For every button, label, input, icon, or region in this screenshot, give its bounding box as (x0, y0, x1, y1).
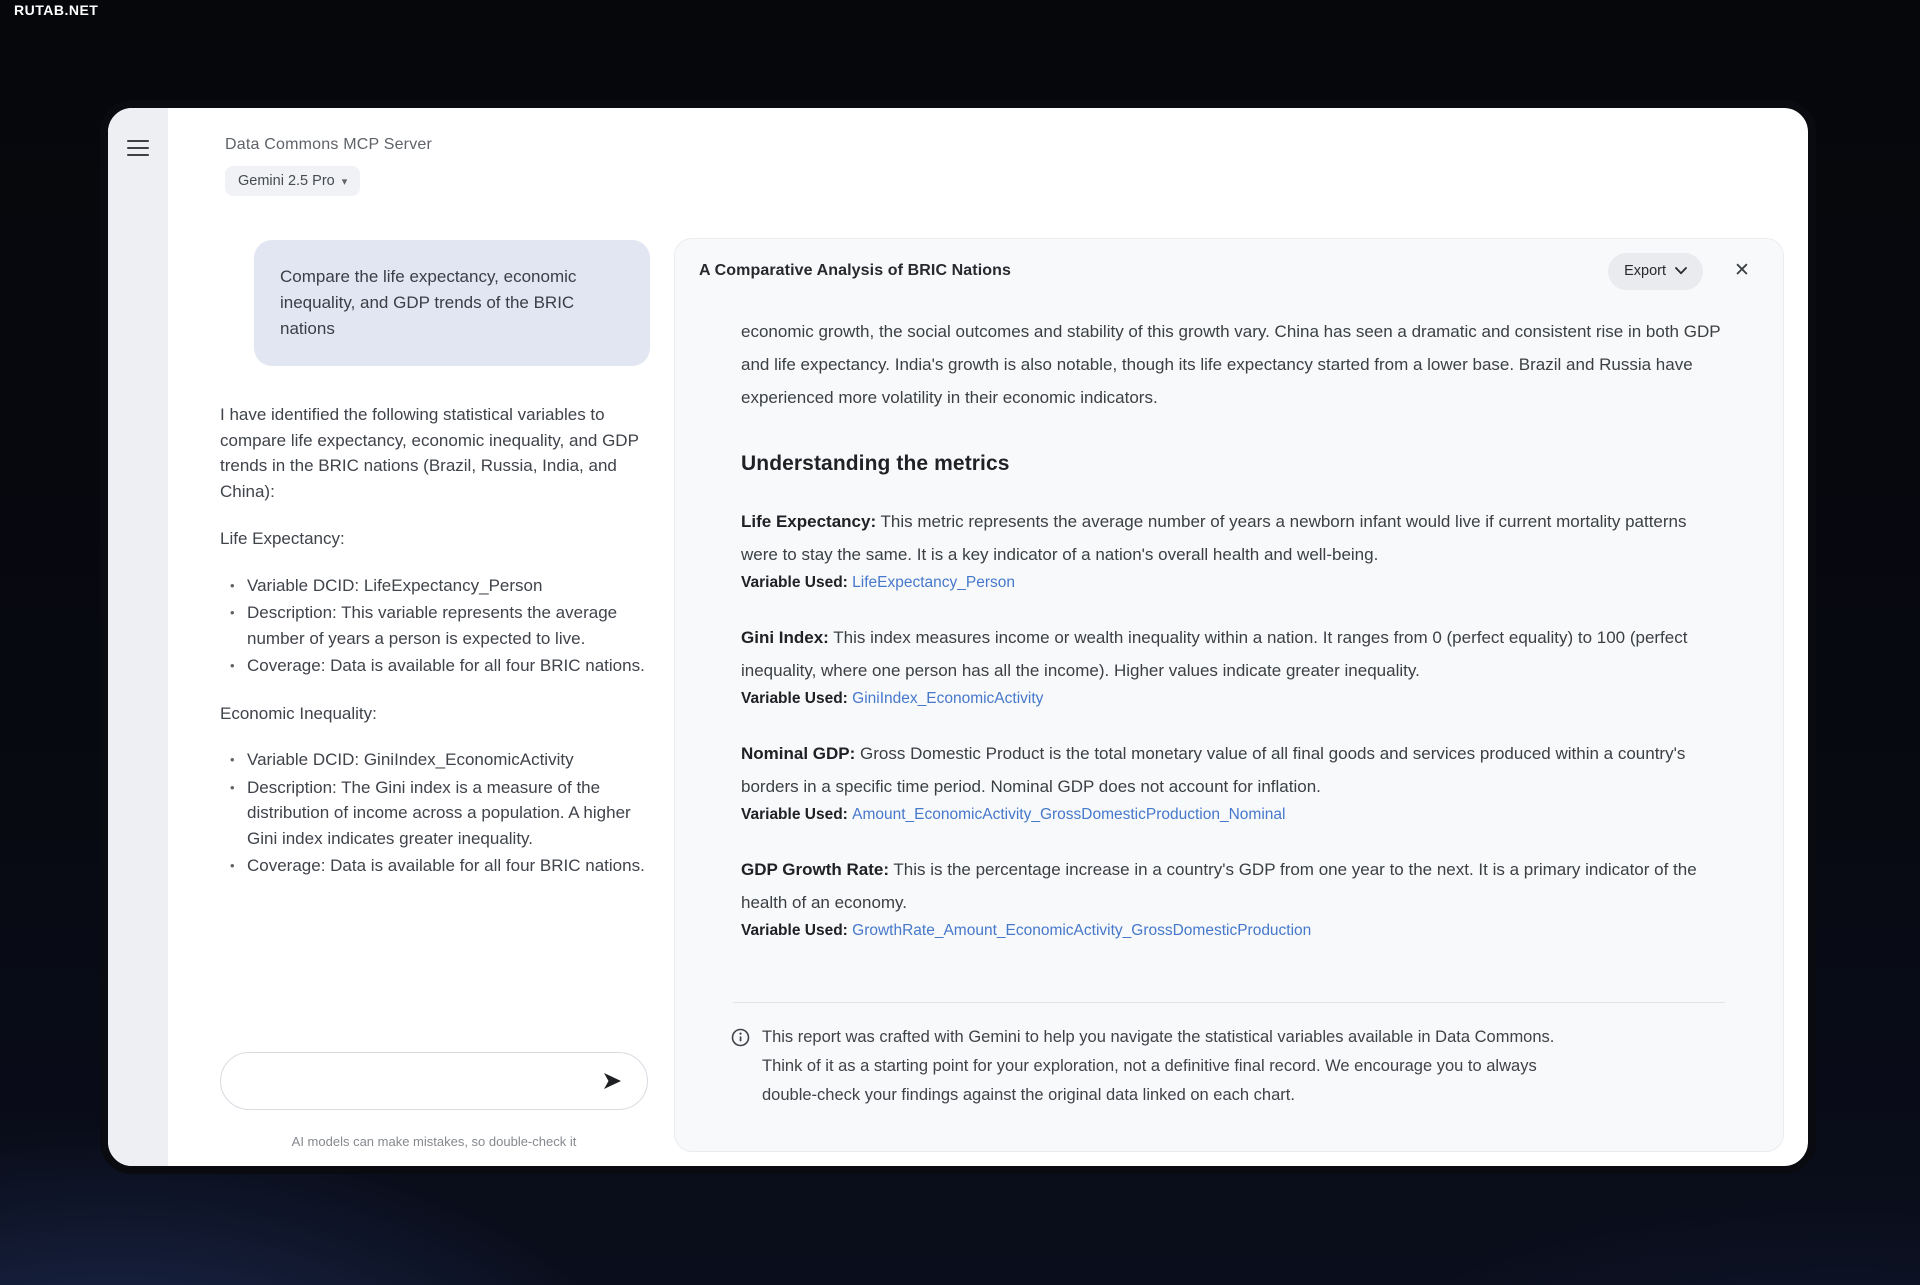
variable-link[interactable]: LifeExpectancy_Person (852, 574, 1015, 591)
variable-used-label: Variable Used: (741, 922, 848, 939)
footer-note: This report was crafted with Gemini to h… (731, 1023, 1725, 1110)
model-selector-label: Gemini 2.5 Pro (238, 173, 335, 189)
send-button[interactable] (597, 1066, 627, 1096)
app-window: Data Commons MCP Server Gemini 2.5 Pro ▾… (100, 100, 1816, 1174)
chat-input-container (220, 1052, 648, 1110)
chat-section-heading: Economic Inequality: (220, 701, 658, 727)
metric-description: This index measures income or wealth ine… (741, 628, 1687, 680)
close-button[interactable]: ✕ (1727, 256, 1757, 286)
report-paragraph: economic growth, the social outcomes and… (741, 315, 1725, 414)
menu-icon (127, 140, 149, 142)
metric-block: Gini Index: This index measures income o… (741, 621, 1725, 708)
export-label: Export (1624, 263, 1666, 279)
footer-note-text: This report was crafted with Gemini to h… (762, 1023, 1592, 1110)
variable-link[interactable]: GiniIndex_EconomicActivity (852, 690, 1043, 707)
app-title: Data Commons MCP Server (225, 136, 432, 154)
assistant-message: I have identified the following statisti… (220, 402, 658, 881)
list-item: Variable DCID: GiniIndex_EconomicActivit… (230, 747, 658, 773)
report-title: A Comparative Analysis of BRIC Nations (699, 262, 1608, 280)
list-item: Description: The Gini index is a measure… (230, 775, 658, 852)
model-selector-button[interactable]: Gemini 2.5 Pro ▾ (225, 166, 360, 196)
metric-label: Life Expectancy: (741, 512, 876, 531)
info-icon (731, 1028, 750, 1047)
list-item: Description: This variable represents th… (230, 600, 658, 651)
variable-link[interactable]: Amount_EconomicActivity_GrossDomesticPro… (852, 806, 1285, 823)
report-panel: A Comparative Analysis of BRIC Nations E… (674, 238, 1784, 1152)
assistant-intro: I have identified the following statisti… (220, 402, 658, 504)
variable-link[interactable]: GrowthRate_Amount_EconomicActivity_Gross… (852, 922, 1311, 939)
chat-bullet-list: Variable DCID: GiniIndex_EconomicActivit… (220, 747, 658, 879)
metric-label: Nominal GDP: (741, 744, 855, 763)
list-item: Variable DCID: LifeExpectancy_Person (230, 573, 658, 599)
metric-block: Nominal GDP: Gross Domestic Product is t… (741, 737, 1725, 824)
metric-label: GDP Growth Rate: (741, 860, 889, 879)
variable-used-label: Variable Used: (741, 690, 848, 707)
watermark: RUTAB.NET (14, 2, 98, 18)
metric-description: This metric represents the average numbe… (741, 512, 1687, 564)
chat-section-heading: Life Expectancy: (220, 526, 658, 552)
sidebar-rail (108, 108, 168, 1166)
export-button[interactable]: Export (1608, 253, 1703, 290)
divider (733, 1002, 1725, 1003)
metric-block: GDP Growth Rate: This is the percentage … (741, 853, 1725, 940)
close-icon: ✕ (1734, 260, 1750, 281)
chat-fade-overlay (170, 970, 670, 1052)
list-item: Coverage: Data is available for all four… (230, 653, 658, 679)
chevron-down-icon (1675, 267, 1687, 275)
chat-input[interactable] (241, 1061, 597, 1101)
hamburger-menu-button[interactable] (124, 140, 152, 164)
metric-description: Gross Domestic Product is the total mone… (741, 744, 1685, 796)
metric-label: Gini Index: (741, 628, 829, 647)
chat-bullet-list: Variable DCID: LifeExpectancy_Person Des… (220, 573, 658, 679)
variable-used-label: Variable Used: (741, 806, 848, 823)
report-header: A Comparative Analysis of BRIC Nations E… (675, 239, 1783, 303)
report-section-heading: Understanding the metrics (741, 452, 1725, 476)
disclaimer-text: AI models can make mistakes, so double-c… (220, 1134, 648, 1149)
report-content: economic growth, the social outcomes and… (675, 303, 1783, 1110)
metric-block: Life Expectancy: This metric represents … (741, 505, 1725, 592)
user-message-bubble: Compare the life expectancy, economic in… (254, 240, 650, 366)
send-icon (600, 1069, 624, 1093)
list-item: Coverage: Data is available for all four… (230, 853, 658, 879)
chevron-down-icon: ▾ (342, 175, 348, 188)
variable-used-label: Variable Used: (741, 574, 848, 591)
